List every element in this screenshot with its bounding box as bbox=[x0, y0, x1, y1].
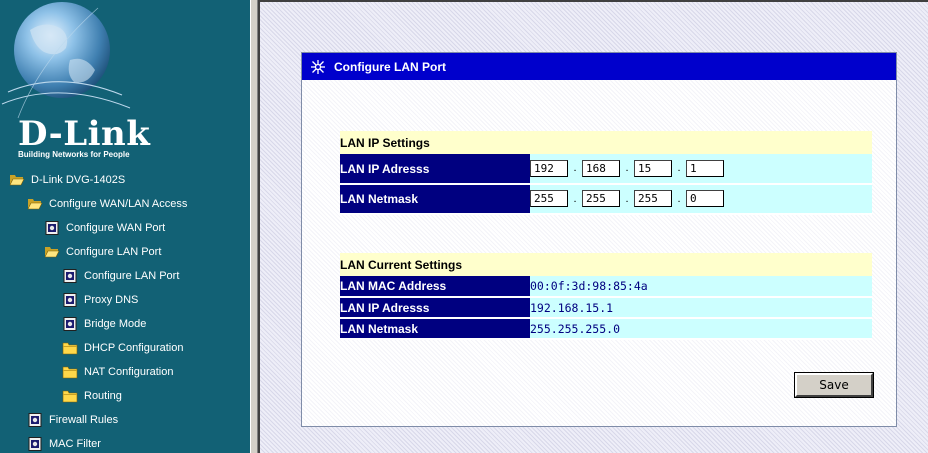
page-icon bbox=[28, 437, 42, 451]
nav-item-device[interactable]: D-Link DVG-1402S bbox=[0, 168, 250, 192]
nav-item-configure-wan-port[interactable]: Configure WAN Port bbox=[0, 216, 250, 240]
page-icon bbox=[63, 317, 77, 331]
lan-current-ip-value: 192.168.15.1 bbox=[530, 300, 614, 315]
lan-current-netmask-value: 255.255.255.0 bbox=[530, 321, 621, 336]
section-heading-current-settings: LAN Current Settings bbox=[340, 253, 872, 276]
lan-ip-octet-4[interactable] bbox=[686, 159, 724, 177]
lan-ip-octet-3[interactable] bbox=[634, 159, 672, 177]
nav-item-routing[interactable]: Routing bbox=[0, 384, 250, 408]
nav-item-firewall-rules[interactable]: Firewall Rules bbox=[0, 408, 250, 432]
nav-item-label: D-Link DVG-1402S bbox=[31, 174, 126, 186]
lan-mac-address-label: LAN MAC Address bbox=[340, 276, 530, 298]
nav-item-mac-filter[interactable]: MAC Filter bbox=[0, 432, 250, 453]
configure-lan-port-panel: Configure LAN Port LAN IP Settings LAN I… bbox=[301, 52, 897, 427]
lan-ip-address-row: LAN IP Adresss ... bbox=[340, 154, 872, 185]
nav-item-proxy-dns[interactable]: Proxy DNS bbox=[0, 288, 250, 312]
lan-netmask-row: LAN Netmask ... bbox=[340, 184, 872, 215]
navigation-sidebar: D-Link Building Networks for People D-Li… bbox=[0, 0, 250, 453]
folder-open-icon bbox=[27, 199, 43, 210]
lan-netmask-octet-3[interactable] bbox=[634, 190, 672, 208]
nav-item-dhcp-configuration[interactable]: DHCP Configuration bbox=[0, 336, 250, 360]
folder-closed-icon bbox=[62, 366, 78, 379]
nav-item-nat-configuration[interactable]: NAT Configuration bbox=[0, 360, 250, 384]
section-heading-ip-settings: LAN IP Settings bbox=[340, 131, 872, 154]
nav-item-configure-lan-port[interactable]: Configure LAN Port bbox=[0, 264, 250, 288]
lan-ip-octet-2[interactable] bbox=[582, 159, 620, 177]
content-frame: Configure LAN Port LAN IP Settings LAN I… bbox=[258, 0, 928, 453]
save-button[interactable]: Save bbox=[795, 373, 873, 397]
nav-item-label: Firewall Rules bbox=[49, 414, 119, 426]
nav-item-bridge-mode[interactable]: Bridge Mode bbox=[0, 312, 250, 336]
page-icon bbox=[28, 413, 42, 427]
folder-open-icon bbox=[44, 247, 60, 258]
nav-item-label: Proxy DNS bbox=[84, 294, 139, 306]
nav-item-label: Routing bbox=[84, 390, 122, 402]
page-icon bbox=[63, 293, 77, 307]
nav-item-label: DHCP Configuration bbox=[84, 342, 184, 354]
lan-current-ip-label: LAN IP Adresss bbox=[340, 297, 530, 319]
nav-item-label: Configure WAN Port bbox=[66, 222, 166, 234]
frame-divider[interactable] bbox=[250, 0, 258, 453]
logo-tagline: Building Networks for People bbox=[18, 150, 130, 159]
lan-mac-address-value: 00:0f:3d:98:85:4a bbox=[530, 279, 648, 293]
nav-item-label: Configure LAN Port bbox=[66, 246, 162, 258]
panel-header: Configure LAN Port bbox=[302, 53, 896, 80]
lan-netmask-label: LAN Netmask bbox=[340, 184, 530, 215]
nav-item-label: Configure LAN Port bbox=[84, 270, 180, 282]
nav-item-label: Bridge Mode bbox=[84, 318, 147, 330]
nav-item-label: MAC Filter bbox=[49, 438, 101, 450]
lan-ip-settings-table: LAN IP Settings LAN IP Adresss ... LAN N… bbox=[340, 131, 872, 215]
nav-tree: D-Link DVG-1402S Configure WAN/LAN Acces… bbox=[0, 168, 250, 453]
nav-item-configure-wan-lan-access[interactable]: Configure WAN/LAN Access bbox=[0, 192, 250, 216]
page-icon bbox=[63, 269, 77, 283]
lan-current-settings-table: LAN Current Settings LAN MAC Address 00:… bbox=[340, 253, 872, 340]
lan-ip-address-fields: ... bbox=[530, 154, 872, 185]
folder-closed-icon bbox=[62, 342, 78, 355]
dlink-logo: D-Link Building Networks for People bbox=[0, 0, 250, 170]
network-icon bbox=[311, 59, 325, 74]
table-row: LAN MAC Address 00:0f:3d:98:85:4a bbox=[340, 276, 872, 298]
folder-closed-icon bbox=[62, 390, 78, 403]
panel-title: Configure LAN Port bbox=[334, 59, 446, 74]
table-row: LAN IP Adresss 192.168.15.1 bbox=[340, 297, 872, 319]
folder-open-icon bbox=[9, 175, 25, 186]
lan-ip-octet-1[interactable] bbox=[530, 159, 568, 177]
lan-netmask-fields: ... bbox=[530, 184, 872, 215]
lan-netmask-octet-2[interactable] bbox=[582, 190, 620, 208]
lan-ip-address-label: LAN IP Adresss bbox=[340, 154, 530, 185]
nav-item-configure-lan-port-folder[interactable]: Configure LAN Port bbox=[0, 240, 250, 264]
nav-item-label: Configure WAN/LAN Access bbox=[49, 198, 188, 210]
lan-netmask-octet-1[interactable] bbox=[530, 190, 568, 208]
lan-netmask-octet-4[interactable] bbox=[686, 190, 724, 208]
page-icon bbox=[45, 221, 59, 235]
nav-item-label: NAT Configuration bbox=[84, 366, 174, 378]
table-row: LAN Netmask 255.255.255.0 bbox=[340, 318, 872, 340]
logo-text: D-Link bbox=[18, 114, 151, 154]
lan-current-netmask-label: LAN Netmask bbox=[340, 318, 530, 340]
